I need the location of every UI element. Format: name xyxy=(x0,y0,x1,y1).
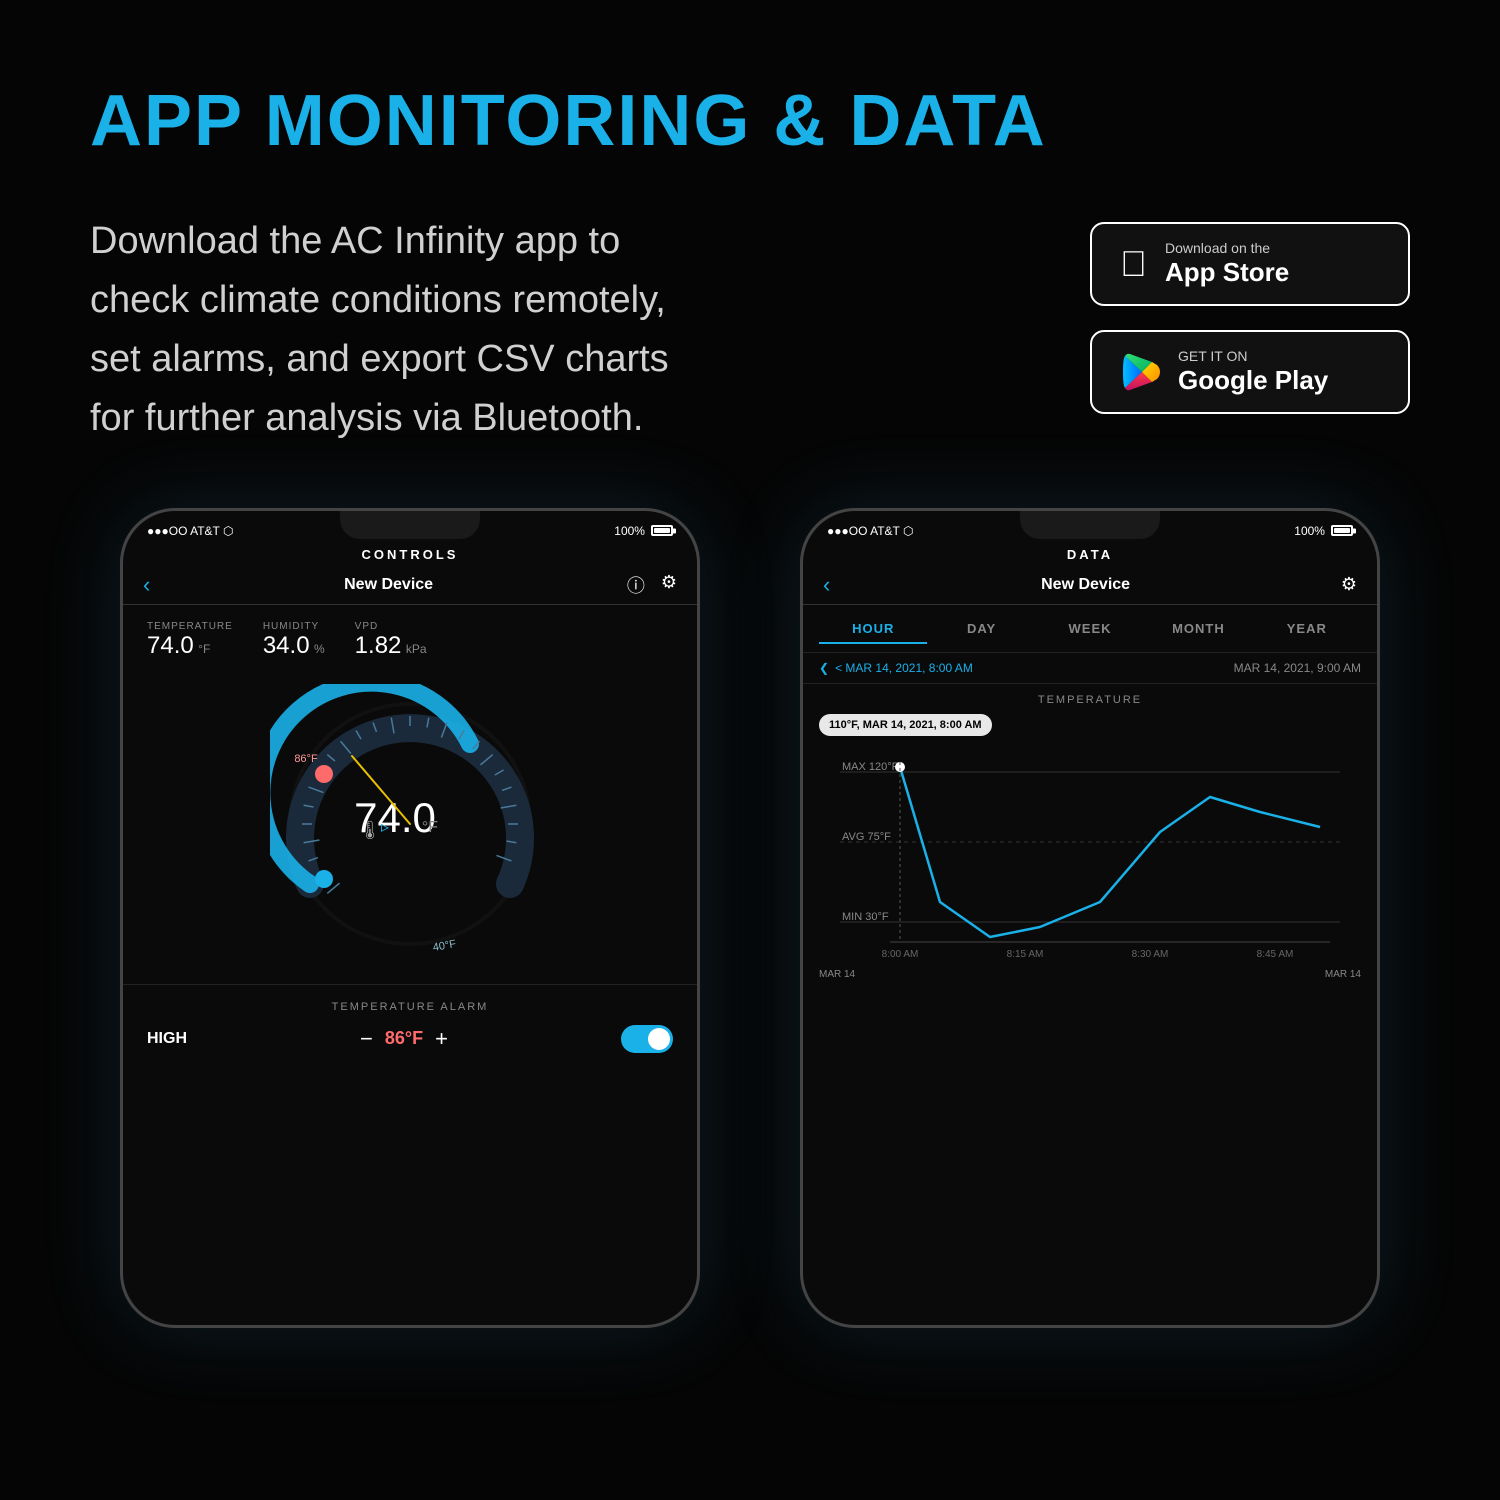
store-buttons:  Download on the App Store xyxy=(1090,222,1410,414)
status-right-1: 100% xyxy=(614,524,673,538)
svg-text:86°F: 86°F xyxy=(294,753,318,765)
alarm-minus-button[interactable]: − xyxy=(360,1026,373,1052)
status-left-1: ●●●OO AT&T ⬡ xyxy=(147,524,233,538)
svg-text:MIN 30°F: MIN 30°F xyxy=(842,911,889,923)
date-range-left: ❮ < MAR 14, 2021, 8:00 AM xyxy=(819,661,973,675)
status-bar-2: ●●●OO AT&T ⬡ 4:48PM 100% xyxy=(803,511,1377,543)
divider-1 xyxy=(123,604,697,605)
svg-text:8:30 AM: 8:30 AM xyxy=(1132,949,1169,960)
page-wrapper: APP MONITORING & DATA Download the AC In… xyxy=(0,0,1500,1500)
gauge-container: 86°F 40°F 74.0 °F ▹ 🌡 xyxy=(123,674,697,974)
top-section: Download the AC Infinity app to check cl… xyxy=(90,212,1410,448)
alarm-section: TEMPERATURE ALARM HIGH − 86°F + xyxy=(123,984,697,1069)
phone-data: ●●●OO AT&T ⬡ 4:48PM 100% DATA ‹ New Devi… xyxy=(800,508,1380,1328)
tab-hour[interactable]: HOUR xyxy=(819,615,927,644)
tooltip-bubble: 110°F, MAR 14, 2021, 8:00 AM xyxy=(819,714,992,736)
stat-temperature: TEMPERATURE 74.0 °F xyxy=(147,621,233,660)
battery-icon-2 xyxy=(1331,525,1353,536)
gauge-svg: 86°F 40°F 74.0 °F ▹ 🌡 xyxy=(270,684,550,964)
back-button-2[interactable]: ‹ xyxy=(823,572,830,598)
tab-year[interactable]: YEAR xyxy=(1253,615,1361,644)
date-range-row: ❮ < MAR 14, 2021, 8:00 AM MAR 14, 2021, … xyxy=(803,652,1377,684)
page-title: APP MONITORING & DATA xyxy=(90,80,1410,162)
controls-title: CONTROLS xyxy=(123,543,697,568)
status-bar-1: ●●●OO AT&T ⬡ 4:48PM 100% xyxy=(123,511,697,543)
svg-text:°F: °F xyxy=(422,819,438,836)
alarm-toggle[interactable] xyxy=(621,1025,673,1053)
chart-svg: MAX 120°F AVG 75°F MIN 30°F 8:00 AM 8:15… xyxy=(819,742,1361,962)
tooltip-bubble-container: 110°F, MAR 14, 2021, 8:00 AM xyxy=(819,714,1361,742)
status-time-2: 4:48PM xyxy=(1079,523,1128,539)
tab-day[interactable]: DAY xyxy=(927,615,1035,644)
app-store-text: Download on the App Store xyxy=(1165,240,1289,288)
date-range-right: MAR 14, 2021, 9:00 AM xyxy=(1234,661,1361,675)
phone-controls: ●●●OO AT&T ⬡ 4:48PM 100% CONTROLS ‹ New … xyxy=(120,508,700,1328)
google-play-small-label: GET IT ON xyxy=(1178,348,1328,365)
phone-controls-screen: ●●●OO AT&T ⬡ 4:48PM 100% CONTROLS ‹ New … xyxy=(123,511,697,1325)
svg-text:8:45 AM: 8:45 AM xyxy=(1257,949,1294,960)
toggle-knob xyxy=(648,1028,670,1050)
apple-icon:  xyxy=(1120,243,1147,285)
status-left-2: ●●●OO AT&T ⬡ xyxy=(827,524,913,538)
gear-icon-2[interactable]: ⚙ xyxy=(1341,574,1357,595)
divider-2 xyxy=(803,604,1377,605)
vpd-label: VPD xyxy=(355,621,427,632)
stat-vpd: VPD 1.82 kPa xyxy=(355,621,427,660)
back-button-1[interactable]: ‹ xyxy=(143,572,150,598)
google-play-button[interactable]: GET IT ON Google Play xyxy=(1090,330,1410,414)
svg-text:8:00 AM: 8:00 AM xyxy=(882,949,919,960)
svg-text:8:15 AM: 8:15 AM xyxy=(1007,949,1044,960)
google-play-large-label: Google Play xyxy=(1178,365,1328,396)
tab-week[interactable]: WEEK xyxy=(1036,615,1144,644)
tab-month[interactable]: MONTH xyxy=(1144,615,1252,644)
device-name-2: New Device xyxy=(1041,576,1130,594)
app-store-small-label: Download on the xyxy=(1165,240,1289,257)
svg-text:▹: ▹ xyxy=(381,819,389,836)
vpd-value: 1.82 kPa xyxy=(355,632,427,660)
controls-nav: ‹ New Device ⓘ ⚙ xyxy=(123,568,697,602)
chart-title: TEMPERATURE xyxy=(819,694,1361,706)
chevron-left-icon: ❮ xyxy=(819,661,829,675)
chart-area: TEMPERATURE 110°F, MAR 14, 2021, 8:00 AM… xyxy=(803,684,1377,992)
nav-icons-1: ⓘ ⚙ xyxy=(627,572,677,598)
date-left-text: < MAR 14, 2021, 8:00 AM xyxy=(835,661,973,675)
chart-date-left: MAR 14 xyxy=(819,969,855,980)
humidity-value: 34.0 % xyxy=(263,632,325,660)
data-title: DATA xyxy=(803,543,1377,568)
alarm-label: HIGH xyxy=(147,1030,187,1048)
chart-date-right: MAR 14 xyxy=(1325,969,1361,980)
info-icon[interactable]: ⓘ xyxy=(627,572,645,598)
chart-dates: MAR 14 MAR 14 xyxy=(819,967,1361,982)
alarm-title: TEMPERATURE ALARM xyxy=(147,1001,673,1013)
status-right-2: 100% xyxy=(1294,524,1353,538)
alarm-controls: − 86°F + xyxy=(360,1026,448,1052)
phones-section: ●●●OO AT&T ⬡ 4:48PM 100% CONTROLS ‹ New … xyxy=(90,508,1410,1328)
svg-text:🌡: 🌡 xyxy=(359,820,382,840)
google-play-icon xyxy=(1120,352,1160,392)
alarm-value: 86°F xyxy=(385,1028,423,1049)
gear-icon[interactable]: ⚙ xyxy=(661,572,677,598)
temp-value: 74.0 °F xyxy=(147,632,233,660)
data-nav: ‹ New Device ⚙ xyxy=(803,568,1377,602)
humidity-label: HUMIDITY xyxy=(263,621,325,632)
app-store-button[interactable]:  Download on the App Store xyxy=(1090,222,1410,306)
temp-label: TEMPERATURE xyxy=(147,621,233,632)
stats-row: TEMPERATURE 74.0 °F HUMIDITY 34.0 % xyxy=(123,607,697,674)
alarm-plus-button[interactable]: + xyxy=(435,1026,448,1052)
svg-text:MAX 120°F: MAX 120°F xyxy=(842,761,899,773)
app-store-large-label: App Store xyxy=(1165,257,1289,288)
battery-icon-1 xyxy=(651,525,673,536)
device-name-1: New Device xyxy=(344,576,433,594)
stat-humidity: HUMIDITY 34.0 % xyxy=(263,621,325,660)
status-time-1: 4:48PM xyxy=(399,523,448,539)
description-text: Download the AC Infinity app to check cl… xyxy=(90,212,710,448)
google-play-text: GET IT ON Google Play xyxy=(1178,348,1328,396)
time-tabs: HOUR DAY WEEK MONTH YEAR xyxy=(803,607,1377,652)
phone-data-screen: ●●●OO AT&T ⬡ 4:48PM 100% DATA ‹ New Devi… xyxy=(803,511,1377,1325)
alarm-row: HIGH − 86°F + xyxy=(147,1025,673,1053)
svg-text:AVG 75°F: AVG 75°F xyxy=(842,831,891,843)
